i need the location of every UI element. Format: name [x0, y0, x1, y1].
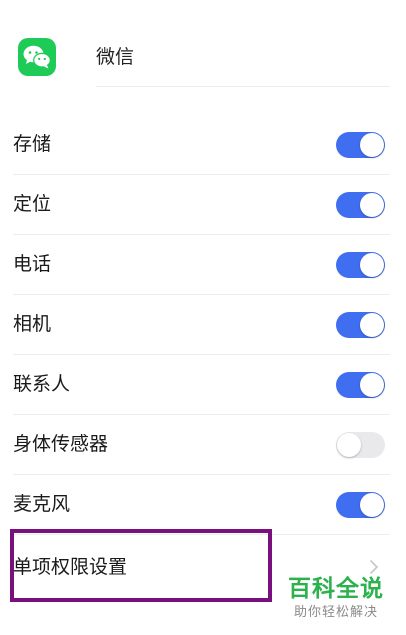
permission-label: 相机	[13, 313, 52, 335]
toggle-knob	[360, 253, 384, 277]
permission-toggle[interactable]	[336, 432, 385, 458]
permission-label: 联系人	[13, 373, 71, 395]
watermark-title: 百科全说	[288, 576, 384, 602]
permission-row: 联系人	[0, 355, 406, 415]
permission-row: 身体传感器	[0, 415, 406, 475]
toggle-knob	[360, 193, 384, 217]
app-header: 微信	[0, 0, 406, 100]
permission-toggle[interactable]	[336, 132, 385, 158]
toggle-knob	[360, 373, 384, 397]
permission-label: 定位	[13, 193, 52, 215]
permission-label: 存储	[13, 133, 52, 155]
toggle-knob	[337, 433, 361, 457]
toggle-knob	[360, 313, 384, 337]
app-name: 微信	[96, 46, 135, 68]
permission-label: 电话	[13, 253, 52, 275]
header-divider	[96, 86, 390, 87]
permission-row: 定位	[0, 175, 406, 235]
permission-toggle[interactable]	[336, 252, 385, 278]
permission-row: 麦克风	[0, 475, 406, 535]
permission-label: 身体传感器	[13, 433, 109, 455]
permission-row: 存储	[0, 115, 406, 175]
permission-toggle[interactable]	[336, 492, 385, 518]
watermark: 百科全说 助你轻松解决	[280, 574, 392, 630]
permission-row: 电话	[0, 235, 406, 295]
watermark-subtitle: 助你轻松解决	[293, 605, 378, 620]
single-permission-settings-label: 单项权限设置	[13, 556, 128, 578]
permission-toggle[interactable]	[336, 312, 385, 338]
toggle-knob	[360, 133, 384, 157]
toggle-knob	[360, 493, 384, 517]
permission-list: 存储定位电话相机联系人身体传感器麦克风	[0, 115, 406, 535]
permission-label: 麦克风	[13, 493, 71, 515]
wechat-icon	[18, 38, 56, 76]
permission-toggle[interactable]	[336, 192, 385, 218]
permission-toggle[interactable]	[336, 372, 385, 398]
permission-row: 相机	[0, 295, 406, 355]
